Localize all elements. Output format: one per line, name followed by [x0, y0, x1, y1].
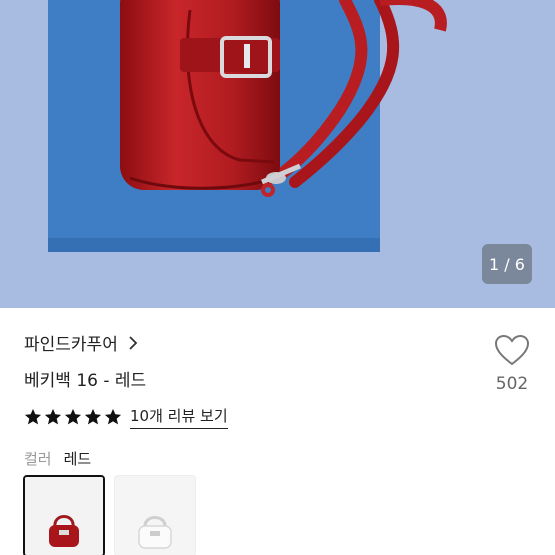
color-swatch-white[interactable] — [114, 475, 196, 555]
red-bag-thumbnail — [25, 477, 103, 555]
product-title: 베키백 16 - 레드 — [24, 371, 147, 391]
star-rating — [24, 408, 122, 426]
white-bag-thumbnail — [115, 476, 195, 555]
product-image[interactable]: 1 / 6 — [0, 0, 555, 308]
color-swatch-red[interactable] — [23, 475, 105, 555]
color-label: 컬러 — [24, 450, 52, 468]
color-option-row: 컬러 레드 — [24, 448, 91, 469]
rating-row: 10개 리뷰 보기 — [24, 405, 228, 429]
star-icon — [104, 408, 122, 425]
heart-icon — [494, 334, 530, 366]
color-value: 레드 — [63, 450, 92, 468]
brand-link[interactable]: 파인드카푸어 — [24, 330, 140, 355]
brand-name: 파인드카푸어 — [24, 335, 118, 355]
star-icon — [64, 408, 82, 425]
chevron-right-icon — [129, 335, 138, 350]
star-icon — [84, 408, 102, 425]
image-counter: 1 / 6 — [482, 244, 532, 284]
review-link[interactable]: 10개 리뷰 보기 — [130, 405, 228, 429]
like-count: 502 — [495, 374, 529, 394]
like-button[interactable]: 502 — [488, 334, 536, 398]
star-icon — [24, 408, 42, 425]
product-photo — [0, 0, 555, 308]
star-icon — [44, 408, 62, 425]
